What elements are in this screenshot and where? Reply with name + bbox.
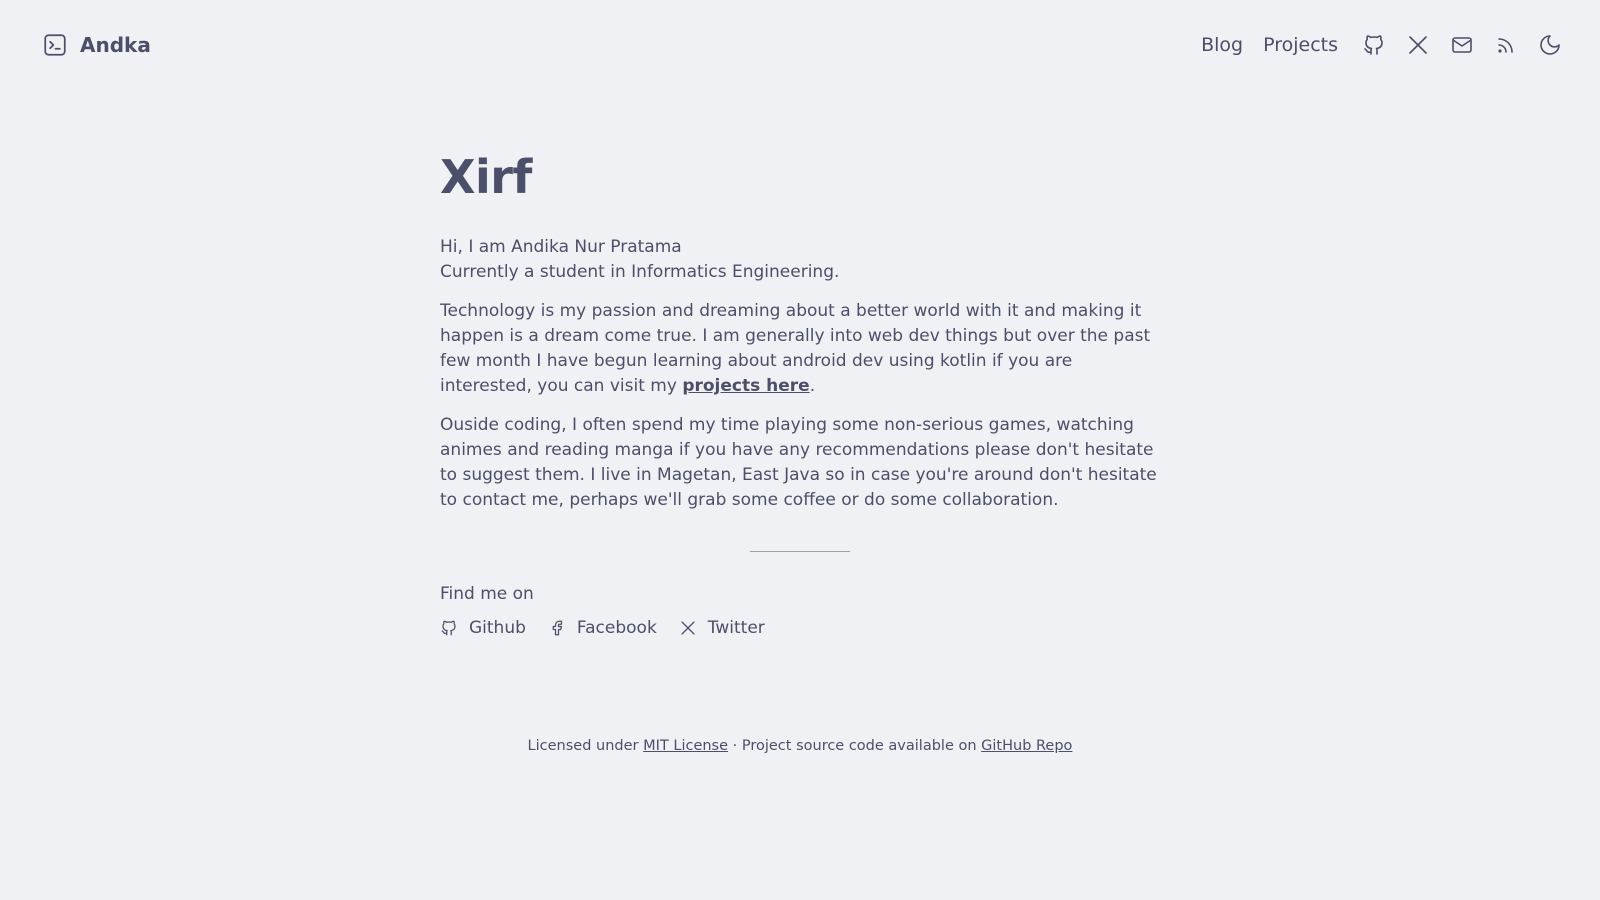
footer-license-prefix: Licensed under xyxy=(527,738,644,754)
x-twitter-icon[interactable] xyxy=(1406,33,1430,57)
nav-blog-link[interactable]: Blog xyxy=(1201,34,1243,56)
twitter-social-link[interactable]: Twitter xyxy=(679,618,765,638)
facebook-icon xyxy=(548,619,566,637)
about-paragraph-1-end: . xyxy=(809,376,816,397)
about-paragraph-1: Technology is my passion and dreaming ab… xyxy=(440,299,1160,399)
page-title: Xirf xyxy=(440,150,532,204)
github-social-link[interactable]: Github xyxy=(440,618,526,638)
facebook-social-link[interactable]: Facebook xyxy=(548,618,657,638)
terminal-icon xyxy=(42,32,68,58)
intro-text: Hi, I am Andika Nur Pratama Currently a … xyxy=(440,235,1160,285)
rss-icon[interactable] xyxy=(1494,33,1518,57)
brand-name: Andka xyxy=(80,33,151,57)
mit-license-link[interactable]: MIT License xyxy=(643,738,728,754)
github-icon[interactable] xyxy=(1362,33,1386,57)
github-repo-link[interactable]: GitHub Repo xyxy=(981,738,1072,754)
brand-link[interactable]: Andka xyxy=(42,32,151,58)
site-footer: Licensed under MIT License · Project sou… xyxy=(0,738,1600,754)
intro-line-1: Hi, I am Andika Nur Pratama xyxy=(440,237,682,258)
mail-icon[interactable] xyxy=(1450,33,1474,57)
github-icon xyxy=(440,619,458,637)
facebook-social-label: Facebook xyxy=(576,618,657,639)
x-twitter-icon xyxy=(679,619,697,637)
github-social-label: Github xyxy=(469,618,526,639)
section-divider xyxy=(750,551,850,553)
social-links: Github Facebook Twitter xyxy=(440,618,1160,638)
main-nav: Blog Projects xyxy=(1201,30,1562,60)
nav-projects-link[interactable]: Projects xyxy=(1263,34,1338,56)
moon-icon[interactable] xyxy=(1538,33,1562,57)
twitter-social-label: Twitter xyxy=(707,618,765,639)
intro-line-2: Currently a student in Informatics Engin… xyxy=(440,262,840,283)
main-content: Xirf Hi, I am Andika Nur Pratama Current… xyxy=(440,150,1160,638)
projects-here-link[interactable]: projects here xyxy=(682,376,809,396)
site-header: Andka Blog Projects xyxy=(0,0,1600,90)
about-paragraph-2: Ouside coding, I often spend my time pla… xyxy=(440,415,1157,511)
find-me-heading: Find me on xyxy=(440,584,534,605)
footer-middle-text: · Project source code available on xyxy=(728,738,982,754)
